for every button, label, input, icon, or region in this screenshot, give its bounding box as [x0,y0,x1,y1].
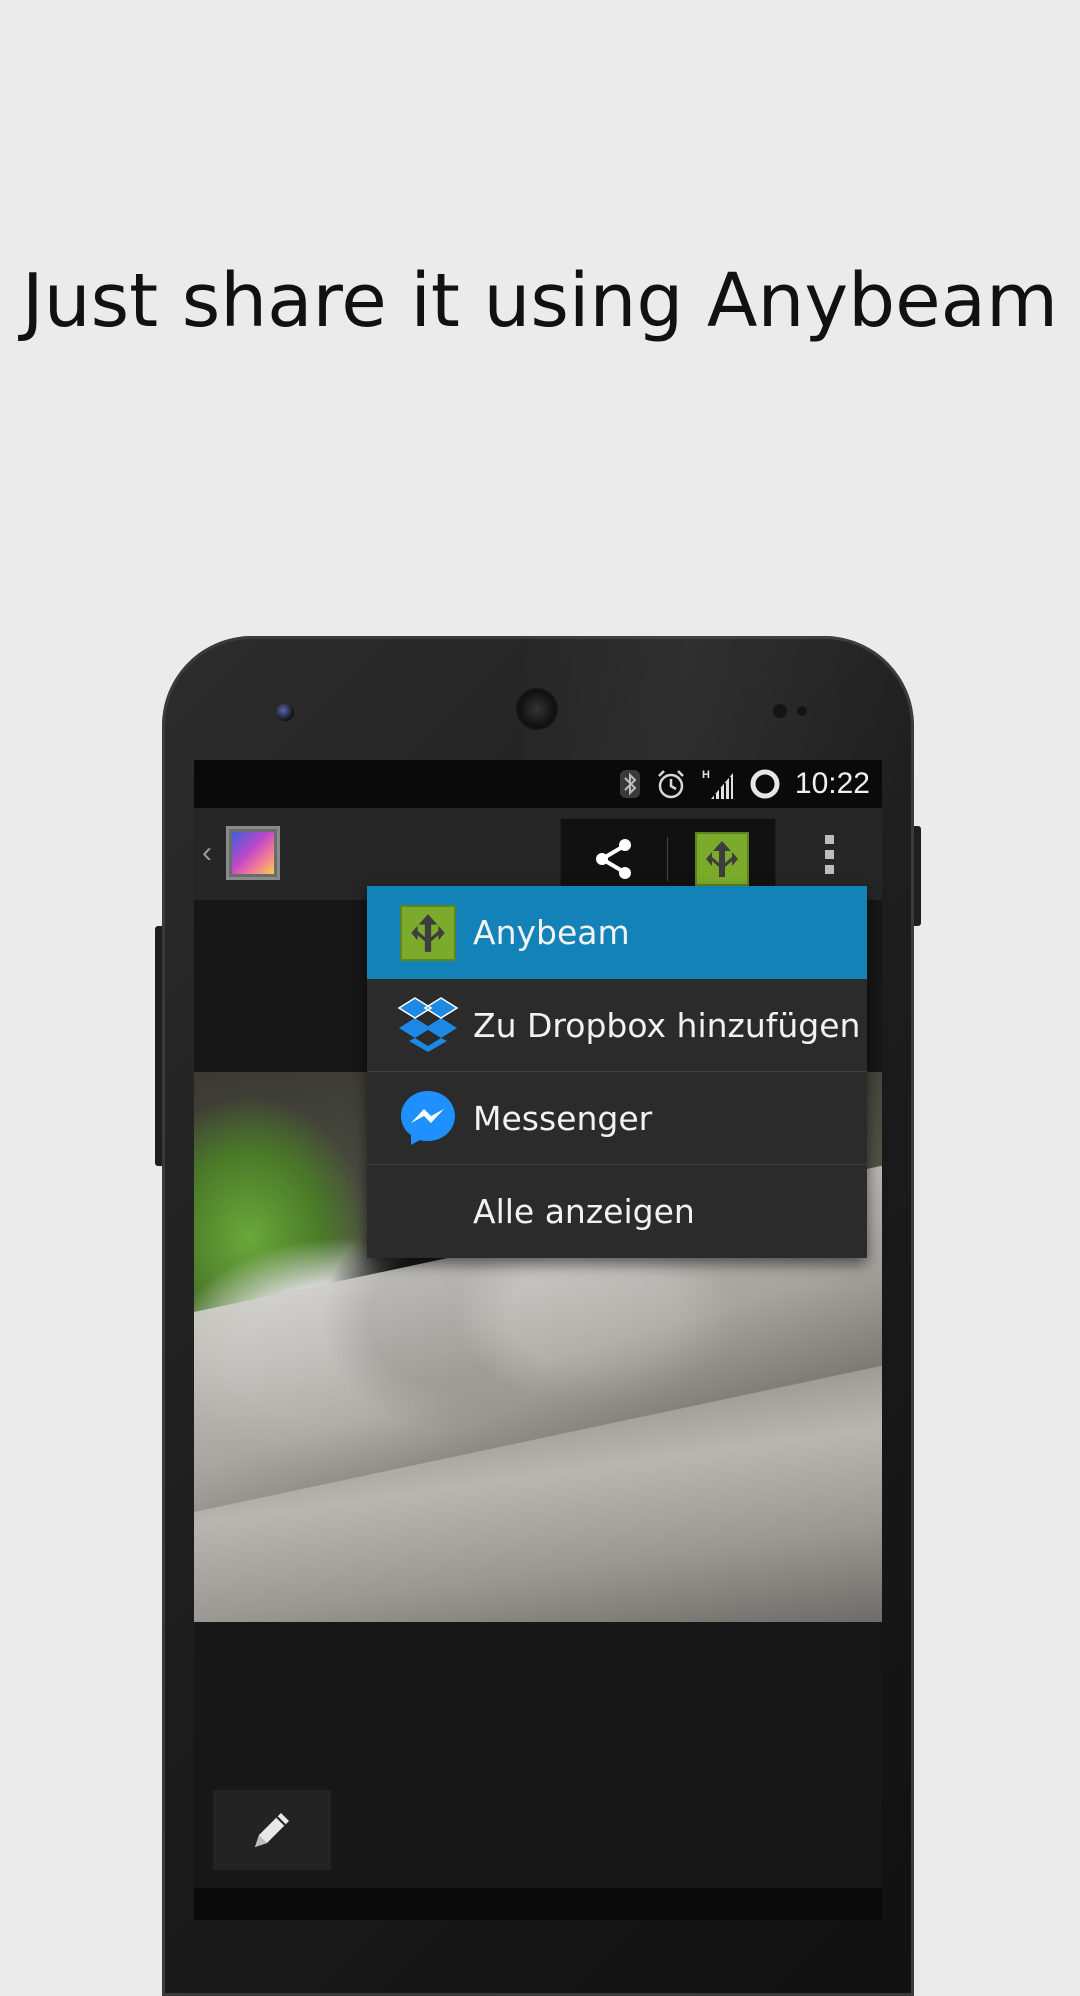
menu-item-anybeam[interactable]: Anybeam [367,886,867,979]
status-time: 10:22 [794,767,870,800]
headline: Just share it using Anybeam [21,258,1059,344]
anybeam-icon [695,832,749,886]
front-camera [276,703,294,721]
menu-item-dropbox[interactable]: Zu Dropbox hinzufügen [367,979,867,1072]
light-sensor [797,706,807,716]
anybeam-icon [397,902,459,964]
svg-text:H: H [702,769,710,781]
bluetooth-icon [619,770,640,798]
edit-button[interactable] [213,1790,331,1870]
navigation-bar [194,1888,882,1920]
share-menu: Anybeam Zu Dropbox hinzufügen Messenger … [367,886,867,1258]
menu-item-label: Anybeam [473,913,630,952]
battery-ring-icon [750,769,780,799]
overflow-menu-icon[interactable] [804,826,854,882]
alarm-icon [658,770,684,799]
proximity-sensor [773,704,787,718]
chevron-left-icon[interactable]: ‹ [202,836,212,870]
status-bar: H 10:22 [194,760,882,808]
pencil-icon [255,1813,289,1847]
earpiece-speaker [518,690,556,728]
menu-item-label: Alle anzeigen [473,1192,695,1231]
menu-item-messenger[interactable]: Messenger [367,1072,867,1165]
dropbox-icon [397,994,459,1056]
messenger-icon [397,1087,459,1149]
menu-item-label: Messenger [473,1098,653,1138]
menu-item-label: Zu Dropbox hinzufügen [473,1005,861,1045]
share-icon [596,839,631,879]
signal-h-icon: H [702,769,733,799]
menu-item-show-all[interactable]: Alle anzeigen [367,1165,867,1258]
gallery-icon[interactable] [226,826,280,880]
